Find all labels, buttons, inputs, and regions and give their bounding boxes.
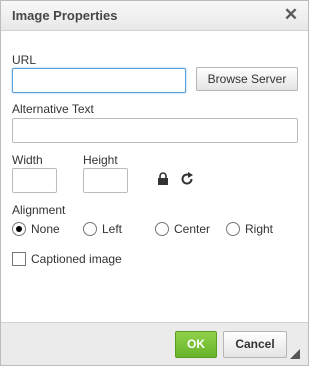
dialog-footer: OK Cancel <box>1 322 308 365</box>
width-label: Width <box>12 153 43 167</box>
alt-text-input[interactable] <box>12 118 298 143</box>
image-properties-dialog: Image Properties ✕ URL Browse Server Alt… <box>0 0 309 366</box>
alignment-label: Alignment <box>12 203 66 217</box>
alignment-center-radio[interactable] <box>155 222 169 236</box>
browse-server-button[interactable]: Browse Server <box>196 67 298 91</box>
alt-text-label: Alternative Text <box>12 102 94 116</box>
alignment-none-label[interactable]: None <box>31 222 60 236</box>
captioned-image-label[interactable]: Captioned image <box>31 252 122 266</box>
close-icon[interactable]: ✕ <box>283 6 299 24</box>
ok-button[interactable]: OK <box>175 331 217 358</box>
height-label: Height <box>83 153 118 167</box>
url-input[interactable] <box>12 68 186 93</box>
alignment-left-radio[interactable] <box>83 222 97 236</box>
alignment-left-label[interactable]: Left <box>102 222 122 236</box>
url-label: URL <box>12 53 37 67</box>
reset-size-icon[interactable] <box>180 172 194 186</box>
resize-handle-icon[interactable] <box>290 349 300 359</box>
cancel-button[interactable]: Cancel <box>223 331 287 358</box>
captioned-image-checkbox[interactable] <box>12 252 26 266</box>
dialog-titlebar[interactable]: Image Properties ✕ <box>1 1 308 31</box>
alignment-right-radio[interactable] <box>226 222 240 236</box>
height-input[interactable] <box>83 168 128 193</box>
alignment-right-label[interactable]: Right <box>245 222 273 236</box>
dialog-title: Image Properties <box>12 8 118 23</box>
alignment-none-radio[interactable] <box>12 222 26 236</box>
width-input[interactable] <box>12 168 57 193</box>
lock-icon[interactable] <box>157 172 169 186</box>
alignment-center-label[interactable]: Center <box>174 222 210 236</box>
